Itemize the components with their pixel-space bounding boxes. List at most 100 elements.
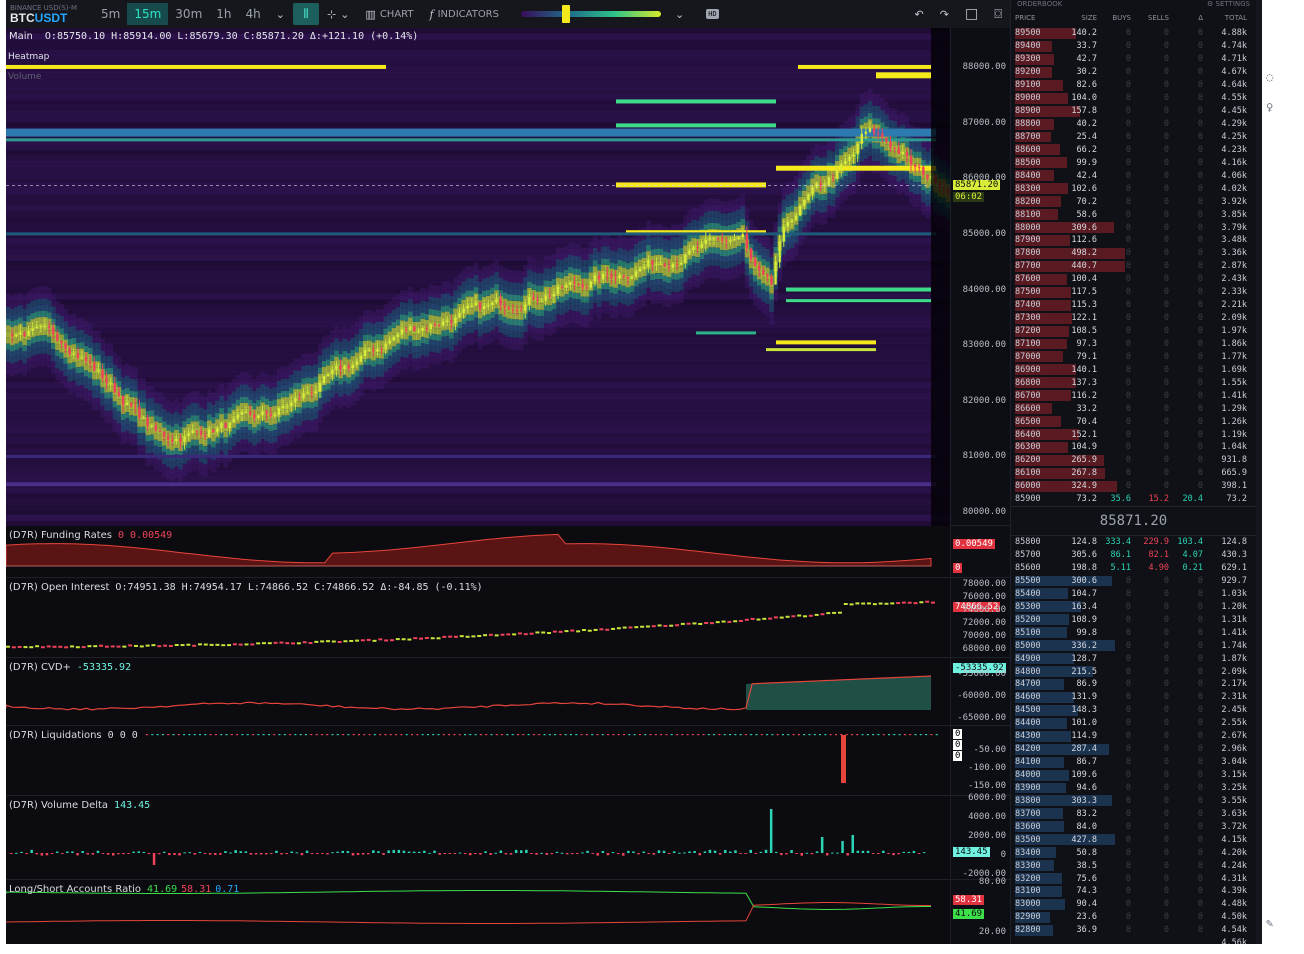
chat-icon[interactable]: ◌: [1266, 70, 1273, 84]
timeframe-dropdown[interactable]: ⌄: [268, 4, 293, 25]
bid-row[interactable]: 85100 99.8 0 0 0 1.41k: [1011, 626, 1256, 639]
ls-axis[interactable]: 58.31 41.69 80.00 20.00: [950, 877, 1010, 944]
ask-row[interactable]: 88000 309.6 0 0 0 3.79k: [1011, 221, 1256, 234]
ask-row[interactable]: 88800 40.2 0 0 0 4.29k: [1011, 118, 1256, 131]
bid-row[interactable]: 4.56k: [1011, 937, 1256, 944]
bid-row[interactable]: 85300 163.4 0 0 0 1.20k: [1011, 600, 1256, 613]
bid-row[interactable]: 84300 114.9 0 0 0 2.67k: [1011, 730, 1256, 743]
bid-row[interactable]: 84700 86.9 0 0 0 2.17k: [1011, 678, 1256, 691]
ask-row[interactable]: 89400 33.7 0 0 0 4.74k: [1011, 40, 1256, 53]
ask-row[interactable]: 88500 99.9 0 0 0 4.16k: [1011, 156, 1256, 169]
timeframe-30m[interactable]: 30m: [168, 3, 209, 25]
bid-row[interactable]: 83800 303.3 0 0 0 3.55k: [1011, 794, 1256, 807]
volume-delta-pane[interactable]: (D7R) Volume Delta 143.45 143.45 6000.00 4…: [6, 793, 1010, 880]
bulb-icon[interactable]: ♀: [1266, 100, 1273, 114]
ask-row[interactable]: 85900 73.2 35.6 15.2 20.4 73.2: [1011, 493, 1256, 506]
vd-axis[interactable]: 143.45 6000.00 4000.00 2000.00 0 -2000.00: [950, 793, 1010, 879]
ask-row[interactable]: 88200 70.2 0 0 0 3.92k: [1011, 195, 1256, 208]
ask-row[interactable]: 88700 25.4 0 0 0 4.25k: [1011, 131, 1256, 144]
ask-row[interactable]: 87200 108.5 0 0 0 1.97k: [1011, 325, 1256, 338]
orderbook-title[interactable]: ORDERBOOK: [1017, 0, 1062, 14]
bid-row[interactable]: 85700 305.6 86.1 82.1 4.07 430.3: [1011, 549, 1256, 562]
bid-row[interactable]: 83100 74.3 0 0 0 4.39k: [1011, 885, 1256, 898]
bid-row[interactable]: 82900 23.6 0 0 0 4.50k: [1011, 911, 1256, 924]
chart-area[interactable]: Main O:85750.10 H:85914.00 L:85679.30 C:…: [6, 28, 1010, 944]
funding-pane[interactable]: (D7R) Funding Rates 0 0.00549 0.00549 0: [6, 526, 1010, 578]
bid-row[interactable]: 84100 86.7 0 0 0 3.04k: [1011, 756, 1256, 769]
redo-button[interactable]: ↷: [932, 4, 957, 25]
bid-row[interactable]: 84900 128.7 0 0 0 1.87k: [1011, 652, 1256, 665]
bid-row[interactable]: 84600 131.9 0 0 0 2.31k: [1011, 691, 1256, 704]
long-short-pane[interactable]: Long/Short Accounts Ratio 41.69 58.31 0.71 …: [6, 877, 1010, 944]
ask-row[interactable]: 89200 30.2 0 0 0 4.67k: [1011, 66, 1256, 79]
timeframe-15m[interactable]: 15m: [127, 3, 169, 25]
bid-row[interactable]: 85600 198.8 5.11 4.90 0.21 629.1: [1011, 562, 1256, 575]
ask-row[interactable]: 87100 97.3 0 0 0 1.86k: [1011, 338, 1256, 351]
timeframe-1h[interactable]: 1h: [209, 3, 238, 25]
ask-row[interactable]: 86000 324.9 0 0 0 398.1: [1011, 480, 1256, 493]
bid-row[interactable]: 83200 75.6 0 0 0 4.31k: [1011, 872, 1256, 885]
bid-row[interactable]: 83700 83.2 0 0 0 3.63k: [1011, 807, 1256, 820]
ask-row[interactable]: 86100 267.8 0 0 0 665.9: [1011, 467, 1256, 480]
heatmap-intensity-slider[interactable]: [511, 5, 671, 23]
ask-row[interactable]: 87900 112.6 0 0 0 3.48k: [1011, 234, 1256, 247]
open-interest-pane[interactable]: (D7R) Open Interest O:74951.38 H:74954.17…: [6, 578, 1010, 658]
ask-row[interactable]: 86800 137.3 0 0 0 1.55k: [1011, 376, 1256, 389]
indicators-button[interactable]: f INDICATORS: [422, 4, 507, 25]
fullscreen-button[interactable]: □: [957, 2, 986, 26]
ask-row[interactable]: 89500 140.2 0 0 0 4.88k: [1011, 27, 1256, 40]
bid-row[interactable]: 83500 427.8 0 0 0 4.15k: [1011, 833, 1256, 846]
liq-axis[interactable]: 0 0 0 -50.00 -100.00 -150.00: [950, 726, 1010, 795]
ask-row[interactable]: 86600 33.2 0 0 0 1.29k: [1011, 402, 1256, 415]
bid-row[interactable]: 83400 50.8 0 0 0 4.20k: [1011, 846, 1256, 859]
funding-axis[interactable]: 0.00549 0: [950, 526, 1010, 577]
chart-type-button[interactable]: ▥ CHART: [357, 4, 421, 25]
bid-row[interactable]: 85400 104.7 0 0 0 1.03k: [1011, 587, 1256, 600]
oi-axis[interactable]: 74866.52 78000.00 76000.00 74000.00 72000.0…: [950, 578, 1010, 657]
bid-row[interactable]: 83000 90.4 0 0 0 4.48k: [1011, 898, 1256, 911]
bid-row[interactable]: 85200 108.9 0 0 0 1.31k: [1011, 613, 1256, 626]
symbol-selector[interactable]: BINANCE USD(S)-M BTCUSDT: [6, 4, 94, 24]
ask-row[interactable]: 88900 157.8 0 0 0 4.45k: [1011, 105, 1256, 118]
ask-row[interactable]: 89300 42.7 0 0 0 4.71k: [1011, 53, 1256, 66]
screenshot-button[interactable]: ⌼: [986, 3, 1010, 26]
timeframe-4h[interactable]: 4h: [239, 3, 268, 25]
ask-row[interactable]: 87700 440.7 0 0 0 2.87k: [1011, 260, 1256, 273]
timeframe-5m[interactable]: 5m: [94, 3, 127, 25]
orderbook-settings[interactable]: ⚙ SETTINGS: [1207, 0, 1250, 14]
bid-row[interactable]: 84800 215.5 0 0 0 2.09k: [1011, 665, 1256, 678]
ask-row[interactable]: 87800 498.2 0 0 0 3.36k: [1011, 247, 1256, 260]
ask-row[interactable]: 87400 115.3 0 0 0 2.21k: [1011, 299, 1256, 312]
ask-row[interactable]: 86500 70.4 0 0 0 1.26k: [1011, 415, 1256, 428]
ask-row[interactable]: 88300 102.6 0 0 0 4.02k: [1011, 182, 1256, 195]
pen-icon[interactable]: ✎: [1266, 916, 1273, 930]
ask-row[interactable]: 86700 116.2 0 0 0 1.41k: [1011, 389, 1256, 402]
main-pane[interactable]: Main O:85750.10 H:85914.00 L:85679.30 C:…: [6, 28, 1010, 526]
heatmap-plot[interactable]: Main O:85750.10 H:85914.00 L:85679.30 C:…: [6, 28, 950, 526]
ask-row[interactable]: 86300 104.9 0 0 0 1.04k: [1011, 441, 1256, 454]
cvd-axis[interactable]: -53335.92 -55000.00 -60000.00 -65000.00: [950, 658, 1010, 725]
bid-row[interactable]: 85000 336.2 0 0 0 1.74k: [1011, 639, 1256, 652]
price-axis[interactable]: 88000.00 87000.00 86000.00 85000.00 84000.00…: [950, 28, 1010, 525]
ask-row[interactable]: 86200 265.9 0 0 0 931.8: [1011, 454, 1256, 467]
liquidations-pane[interactable]: (D7R) Liquidations 0 0 0 0 0 0 -50.00 -100…: [6, 726, 1010, 796]
undo-button[interactable]: ↶: [907, 4, 932, 25]
ask-row[interactable]: 89000 104.0 0 0 0 4.55k: [1011, 92, 1256, 105]
bid-row[interactable]: 82800 36.9 0 0 0 4.54k: [1011, 924, 1256, 937]
candles-icon[interactable]: ⫼: [292, 3, 319, 25]
cvd-pane[interactable]: (D7R) CVD+ -53335.92 -53335.92 -55000.00 -…: [6, 658, 1010, 726]
ask-row[interactable]: 87000 79.1 0 0 0 1.77k: [1011, 350, 1256, 363]
ask-row[interactable]: 88100 58.6 0 0 0 3.85k: [1011, 208, 1256, 221]
bid-row[interactable]: 83900 94.6 0 0 0 3.25k: [1011, 782, 1256, 795]
ask-row[interactable]: 88600 66.2 0 0 0 4.23k: [1011, 143, 1256, 156]
drawing-tool-button[interactable]: ⊹ ⌄: [319, 4, 357, 25]
bid-row[interactable]: 85800 124.8 333.4 229.9 103.4 124.8: [1011, 536, 1256, 549]
hd-badge[interactable]: HD: [706, 9, 719, 19]
bid-row[interactable]: 84000 109.6 0 0 0 3.15k: [1011, 769, 1256, 782]
bid-row[interactable]: 83300 38.5 0 0 0 4.24k: [1011, 859, 1256, 872]
bid-row[interactable]: 84400 101.0 0 0 0 2.55k: [1011, 717, 1256, 730]
bid-row[interactable]: 84200 287.4 0 0 0 2.96k: [1011, 743, 1256, 756]
slider-thumb[interactable]: [561, 5, 570, 23]
bid-row[interactable]: 83600 84.0 0 0 0 3.72k: [1011, 820, 1256, 833]
layer-volume[interactable]: Volume: [8, 72, 41, 82]
